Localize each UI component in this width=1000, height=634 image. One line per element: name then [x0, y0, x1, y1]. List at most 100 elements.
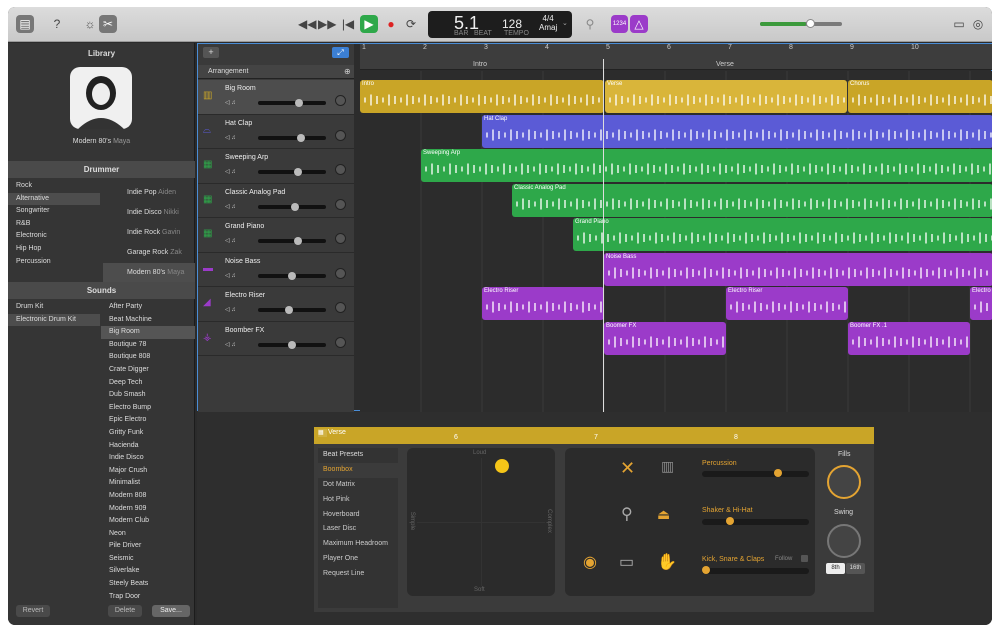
sound-item[interactable]: Beat Machine [101, 314, 195, 327]
follow-checkbox[interactable] [801, 555, 808, 562]
track-volume-slider[interactable] [258, 306, 326, 314]
sound-item[interactable]: Hacienda [101, 440, 195, 453]
shaker-icon[interactable]: ▥ [661, 458, 674, 475]
track-region[interactable]: Verse [605, 80, 847, 113]
pan-knob[interactable] [335, 95, 346, 106]
delete-button[interactable]: Delete [108, 605, 142, 617]
genre-item[interactable]: Songwriter [8, 205, 100, 218]
playhead[interactable] [603, 59, 604, 412]
volume-thumb[interactable] [297, 133, 305, 142]
sound-category[interactable]: Electronic Drum Kit [8, 313, 100, 327]
play-button[interactable]: ▶ [360, 15, 378, 33]
track-region[interactable]: Electro Riser [482, 287, 604, 320]
sound-item[interactable]: Boutique 808 [101, 351, 195, 364]
fills-knob[interactable] [827, 465, 861, 499]
sound-item[interactable]: Modern 808 [101, 490, 195, 503]
mute-solo-icon[interactable]: ◁ ♫ [225, 272, 236, 279]
add-marker-icon[interactable]: ⊕ [344, 67, 351, 76]
record-icon[interactable]: ● [382, 15, 400, 33]
genre-item[interactable]: Percussion [8, 256, 100, 269]
shaker-slider[interactable] [702, 517, 809, 525]
sound-item[interactable]: Crate Digger [101, 364, 195, 377]
go-to-beginning-icon[interactable]: |◀ [339, 15, 357, 33]
track-header[interactable]: ▦ Classic Analog Pad ◁ ♫ [198, 184, 354, 218]
track-region[interactable]: Noise Bass [604, 252, 992, 286]
track-volume-slider[interactable] [258, 99, 326, 107]
drummer-avatar[interactable] [70, 67, 132, 129]
track-volume-slider[interactable] [258, 133, 326, 142]
kick-slider[interactable] [702, 566, 809, 574]
swing-16th-button[interactable]: 16th [846, 563, 865, 574]
pan-knob[interactable] [335, 267, 346, 279]
volume-thumb[interactable] [294, 237, 302, 245]
preset-item[interactable]: Hot Pink [318, 493, 398, 508]
track-header[interactable]: ⚶ Boomber FX ◁ ♫ [198, 322, 354, 356]
track-region[interactable]: Grand Piano [573, 218, 992, 251]
editors-icon[interactable]: ✂ [99, 15, 117, 33]
tuner-icon[interactable]: ⚲ [581, 15, 599, 33]
pan-knob[interactable] [335, 129, 346, 141]
mute-solo-icon[interactable]: ◁ ♫ [225, 203, 236, 210]
notepad-icon[interactable]: ▭ [950, 15, 968, 33]
sound-category[interactable]: Drum Kit [8, 301, 100, 314]
library-icon[interactable]: ▤ [16, 15, 34, 33]
swing-8th-button[interactable]: 8th [826, 563, 845, 574]
mute-solo-icon[interactable]: ◁ ♫ [225, 99, 236, 106]
sound-item[interactable]: Trap Door [101, 591, 195, 604]
track-region[interactable]: Classic Analog Pad [512, 183, 992, 217]
xy-pad[interactable]: Loud Soft Simple Complex [407, 448, 555, 596]
track-volume-slider[interactable] [258, 202, 326, 211]
hihat-icon[interactable]: ⏏ [657, 506, 670, 523]
mute-solo-icon[interactable]: ◁ ♫ [225, 134, 236, 141]
track-header[interactable]: ▦ Sweeping Arp ◁ ♫ [198, 149, 354, 184]
snare-icon[interactable]: ▭ [619, 552, 634, 572]
sound-item[interactable]: Silverlake [101, 565, 195, 578]
sound-item[interactable]: Indie Disco [101, 452, 195, 465]
kick-icon[interactable]: ◉ [583, 552, 597, 572]
sound-item[interactable]: Dub Smash [101, 389, 195, 402]
drummer-item[interactable]: Garage Rock Zak [103, 243, 195, 263]
claps-icon[interactable]: ✋ [657, 552, 677, 572]
pan-knob[interactable] [335, 233, 346, 244]
track-region[interactable]: Hat Clap [482, 114, 992, 148]
track-region[interactable]: Boomer FX [604, 321, 726, 355]
track-header[interactable]: ⌓ Hat Clap ◁ ♫ [198, 115, 354, 149]
track-volume-slider[interactable] [258, 340, 326, 349]
pan-knob[interactable] [335, 302, 346, 313]
sound-item[interactable]: Neon [101, 528, 195, 541]
sound-item[interactable]: Epic Electro [101, 414, 195, 427]
count-in-button[interactable]: 1234 [611, 15, 628, 33]
preset-item[interactable]: Dot Matrix [318, 478, 398, 493]
volume-thumb[interactable] [291, 202, 299, 211]
sound-item[interactable]: Major Crush [101, 465, 195, 478]
save-button[interactable]: Save... [152, 605, 190, 617]
sound-item[interactable]: Electro Bump [101, 402, 195, 415]
rewind-icon[interactable]: ◀◀ [298, 15, 316, 33]
track-volume-slider[interactable] [258, 271, 326, 280]
preset-item[interactable]: Player One [318, 552, 398, 567]
mute-solo-icon[interactable]: ◁ ♫ [225, 237, 236, 244]
percussion-slider[interactable] [702, 469, 809, 477]
smart-controls-icon[interactable]: ☼ [81, 15, 99, 33]
chevron-down-icon[interactable]: ⌄ [562, 19, 568, 27]
mute-solo-icon[interactable]: ◁ ♫ [225, 168, 236, 175]
tambourine-icon[interactable]: ⚲ [621, 504, 633, 524]
loops-icon[interactable]: ◎ [969, 15, 987, 33]
metronome-icon[interactable]: △ [630, 15, 648, 33]
volume-thumb[interactable] [294, 168, 302, 176]
track-region[interactable]: Intro [360, 80, 604, 113]
preset-item[interactable]: Boombox [318, 462, 398, 478]
sound-item[interactable]: Gritty Funk [101, 427, 195, 440]
track-header[interactable]: ▦ Grand Piano ◁ ♫ [198, 218, 354, 253]
smart-tempo-icon[interactable]: ⤢ [332, 47, 349, 58]
genre-item[interactable]: Hip Hop [8, 243, 100, 256]
forward-icon[interactable]: ▶▶ [318, 15, 336, 33]
master-volume-slider[interactable] [760, 19, 842, 28]
sound-item[interactable]: Minimalist [101, 477, 195, 490]
track-region[interactable]: Electro Riser [726, 287, 848, 320]
sound-item[interactable]: Steely Beats [101, 578, 195, 591]
drummer-item[interactable]: Modern 80's Maya [103, 263, 195, 283]
genre-item[interactable]: Electronic [8, 230, 100, 243]
genre-item[interactable]: R&B [8, 218, 100, 231]
track-region[interactable]: Boomer FX .1 [848, 321, 970, 355]
